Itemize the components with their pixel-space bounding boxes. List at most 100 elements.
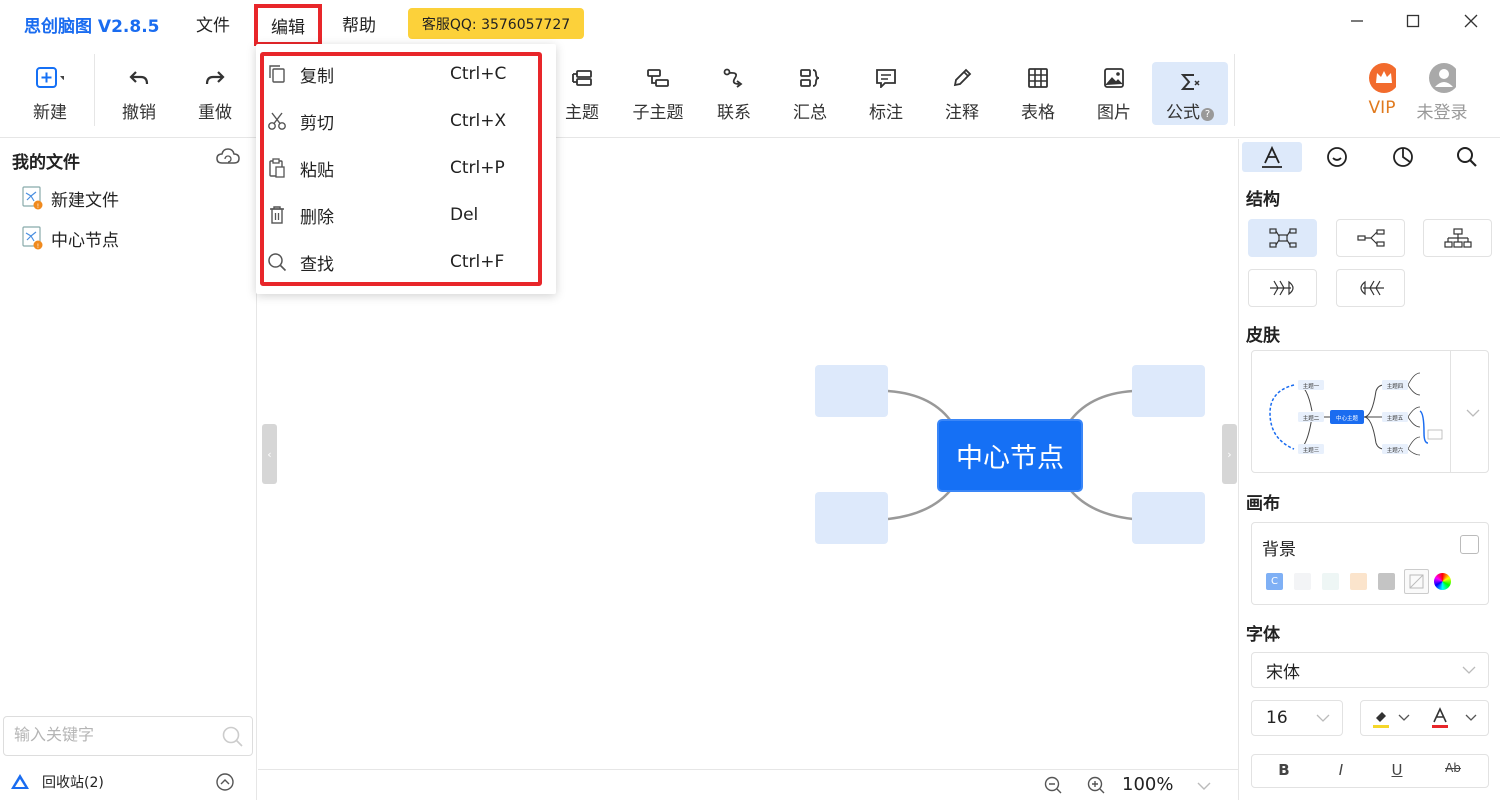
minimize-icon [1351,20,1363,22]
strikethrough-button[interactable]: Ab [1441,761,1465,775]
swatch-peach[interactable] [1350,573,1367,590]
table-icon [1024,64,1052,92]
subtopic-button[interactable]: 子主题 [622,58,694,128]
zoom-in-icon[interactable] [1087,776,1105,798]
chevron-down-icon[interactable] [1466,403,1480,422]
zoom-level[interactable]: 100% [1122,774,1173,795]
swatch-custom[interactable]: C [1266,573,1283,590]
sidebar-title: 我的文件 [12,153,80,173]
menu-item-delete[interactable]: 删除 Del [266,195,536,235]
subtopic-node[interactable] [1132,492,1205,544]
close-button[interactable] [1456,8,1486,34]
structure-logic-right[interactable] [1336,219,1405,257]
cloud-sync-icon[interactable] [216,147,240,171]
chevron-up-icon[interactable] [215,772,235,796]
swatch-mint[interactable] [1322,573,1339,590]
summary-button[interactable]: 汇总 [774,58,846,128]
support-qq-badge[interactable]: 客服QQ: 3576057727 [408,8,584,39]
scissors-icon [266,110,288,132]
background-settings: 背景 C [1251,522,1489,605]
menu-edit[interactable]: 编辑 [254,4,322,46]
chevron-down-icon[interactable] [1196,777,1212,796]
zoom-out-icon[interactable] [1044,776,1062,798]
skin-preview-topic: 主题二 [1303,414,1320,422]
formula-button[interactable]: 公式? [1152,62,1228,125]
menu-item-paste[interactable]: 粘贴 Ctrl+P [266,148,536,188]
formula-label: 公式 [1166,103,1200,123]
structure-mindmap[interactable] [1248,219,1317,257]
skin-preview: 中心主题 主题一 主题二 主题三 主题四 主题五 主题六 [1269,372,1443,456]
undo-label: 撤销 [122,103,156,123]
pencil-icon [948,64,976,92]
table-label: 表格 [1021,103,1055,123]
menu-item-shortcut: Ctrl+P [450,158,505,178]
structure-fishbone-left[interactable] [1336,269,1405,307]
menu-help[interactable]: 帮助 [342,11,376,36]
font-color-icon [1432,707,1477,728]
file-item-label: 新建文件 [51,190,119,211]
chevron-right-icon: › [1227,447,1232,461]
font-color-button[interactable] [1431,707,1479,734]
subtopic-node[interactable] [815,365,888,417]
skin-selector[interactable]: 中心主题 主题一 主题二 主题三 主题四 主题五 主题六 [1251,350,1489,473]
italic-button[interactable]: I [1329,761,1353,779]
relation-button[interactable]: 联系 [698,58,770,128]
file-search [3,716,253,756]
text-style-icon [1262,146,1282,168]
menu-item-shortcut: Ctrl+C [450,64,507,84]
help-circle-icon: ? [1201,108,1214,121]
skin-preview-topic: 主题四 [1387,382,1404,390]
close-icon [1464,14,1478,28]
image-button[interactable]: 图片 [1078,58,1150,128]
menu-file[interactable]: 文件 [196,11,230,36]
swatch-none[interactable] [1404,569,1429,594]
redo-button[interactable]: 重做 [179,58,251,128]
skin-preview-topic: 主题五 [1387,414,1404,422]
menu-item-find[interactable]: 查找 Ctrl+F [266,242,536,282]
relation-label: 联系 [717,103,751,123]
underline-button[interactable]: U [1385,761,1409,779]
label-button[interactable]: 标注 [850,58,922,128]
minimize-button[interactable] [1342,8,1372,34]
highlight-color-button[interactable] [1371,707,1411,734]
collapse-right-handle[interactable]: › [1222,424,1237,484]
menu-item-label: 删除 [300,207,334,228]
font-size-value: 16 [1266,708,1288,728]
maximize-button[interactable] [1398,8,1428,34]
bold-button[interactable]: B [1272,761,1296,779]
search-icon[interactable] [222,726,244,752]
table-button[interactable]: 表格 [1002,58,1074,128]
file-item[interactable]: ! 中心节点 [22,223,119,253]
fishbone-left-icon [1359,280,1384,296]
swatch-gray[interactable] [1378,573,1395,590]
swatch-light-gray[interactable] [1294,573,1311,590]
subtopic-node[interactable] [815,492,888,544]
font-size-select[interactable]: 16 [1251,700,1343,736]
subtopic-node[interactable] [1132,365,1205,417]
structure-org-chart[interactable] [1423,219,1492,257]
tab-theme[interactable] [1373,142,1433,172]
font-family-select[interactable]: 宋体 [1251,652,1489,688]
tab-search[interactable] [1437,142,1497,172]
center-node[interactable]: 中心节点 [937,419,1083,492]
text-format-bar: B I U Ab [1251,754,1489,788]
collapse-left-handle[interactable]: ‹ [262,424,277,484]
note-label: 注释 [945,103,979,123]
background-checkbox[interactable] [1460,535,1479,554]
menu-item-copy[interactable]: 复制 Ctrl+C [266,54,536,94]
file-item[interactable]: ! 新建文件 [22,183,119,213]
color-picker-icon[interactable] [1434,573,1451,590]
file-search-input[interactable] [14,725,214,744]
tab-style[interactable] [1242,142,1302,172]
login-button[interactable]: 未登录 [1406,58,1478,128]
maximize-icon [1406,14,1420,28]
note-button[interactable]: 注释 [926,58,998,128]
menu-item-cut[interactable]: 剪切 Ctrl+X [266,101,536,141]
new-button[interactable]: 新建 [14,58,86,128]
login-label: 未登录 [1416,103,1468,123]
recycle-bin[interactable]: 回收站(2) [10,769,104,795]
tab-icons[interactable] [1307,142,1367,172]
undo-button[interactable]: 撤销 [103,58,175,128]
structure-fishbone-right[interactable] [1248,269,1317,307]
topic-button[interactable]: 主题 [546,58,618,128]
